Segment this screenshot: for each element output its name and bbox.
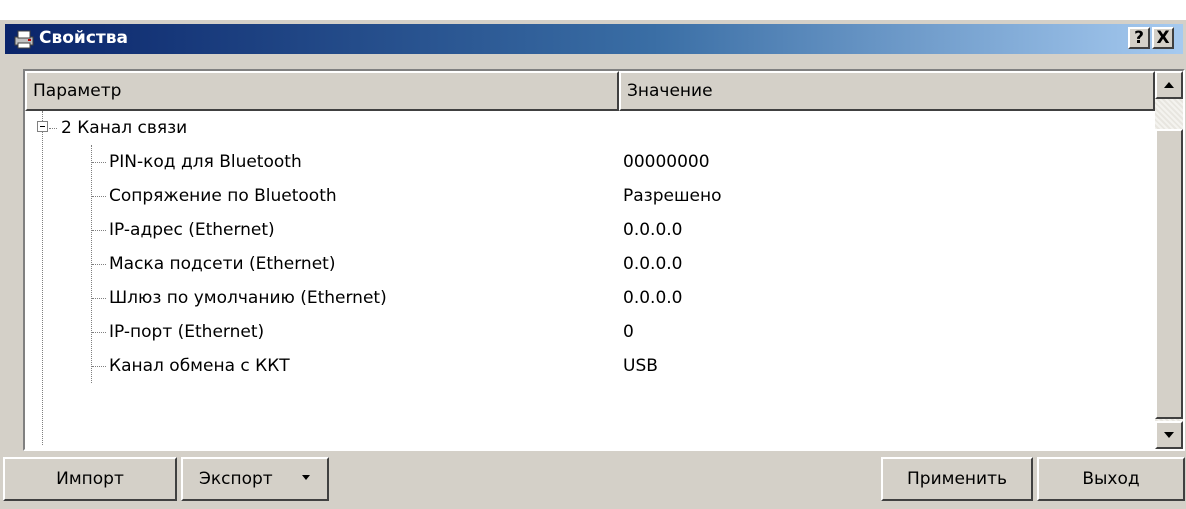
value-cell[interactable]: 0.0.0.0 [623,247,682,281]
grid-body: 2 Канал связи PIN-код для Bluetooth 0000… [25,111,1155,449]
help-icon: ? [1134,28,1144,48]
export-button-label: Экспорт [199,469,273,489]
scroll-up-button[interactable] [1155,71,1183,99]
value-cell[interactable]: 0.0.0.0 [623,281,682,315]
arrow-up-icon [1164,82,1174,88]
import-button[interactable]: Импорт [3,457,177,501]
scroll-down-button[interactable] [1155,421,1183,449]
table-row[interactable]: Шлюз по умолчанию (Ethernet) 0.0.0.0 [25,281,1155,315]
export-button[interactable]: Экспорт [181,457,329,501]
scroll-thumb[interactable] [1155,129,1183,419]
window-title: Свойства [39,28,128,48]
vertical-scrollbar[interactable] [1155,71,1183,449]
param-cell: Шлюз по умолчанию (Ethernet) [109,288,387,308]
tree-group-row[interactable]: 2 Канал связи [25,111,1155,145]
import-button-label: Импорт [56,469,124,489]
table-row[interactable]: IP-порт (Ethernet) 0 [25,315,1155,349]
table-row[interactable]: PIN-код для Bluetooth 00000000 [25,145,1155,179]
help-button[interactable]: ? [1128,27,1150,49]
table-row[interactable]: Маска подсети (Ethernet) 0.0.0.0 [25,247,1155,281]
column-header-parameter[interactable]: Параметр [25,71,619,111]
arrow-down-icon [1164,432,1174,438]
value-cell[interactable]: 0 [623,315,634,349]
properties-grid: Параметр Значение 2 Канал связи PIN-код … [23,69,1185,451]
exit-button[interactable]: Выход [1037,457,1185,501]
column-header-value[interactable]: Значение [619,71,1155,111]
collapse-icon[interactable] [37,121,48,132]
value-cell[interactable]: Разрешено [623,179,722,213]
close-icon: X [1156,28,1170,48]
column-header-label: Значение [627,81,713,101]
table-row[interactable]: IP-адрес (Ethernet) 0.0.0.0 [25,213,1155,247]
param-cell: IP-адрес (Ethernet) [109,220,275,240]
table-row[interactable]: Канал обмена с ККТ USB [25,349,1155,383]
caret-down-icon [302,475,310,480]
apply-button-label: Применить [907,469,1007,489]
close-button[interactable]: X [1152,27,1174,49]
apply-button[interactable]: Применить [881,457,1033,501]
param-cell: IP-порт (Ethernet) [109,322,265,342]
param-cell: Сопряжение по Bluetooth [109,186,337,206]
table-row[interactable]: Сопряжение по Bluetooth Разрешено [25,179,1155,213]
title-bar[interactable]: Свойства ? X [5,24,1183,54]
param-cell: Канал обмена с ККТ [109,356,290,376]
value-cell[interactable]: 0.0.0.0 [623,213,682,247]
printer-icon [14,30,34,49]
column-header-label: Параметр [33,81,122,101]
param-cell: Маска подсети (Ethernet) [109,254,336,274]
param-cell: PIN-код для Bluetooth [109,152,302,172]
exit-button-label: Выход [1082,469,1140,489]
properties-window: Свойства ? X Параметр Значение 2 Канал с… [0,20,1186,509]
value-cell[interactable]: USB [623,349,658,383]
group-label: 2 Канал связи [61,118,188,138]
value-cell[interactable]: 00000000 [623,145,710,179]
